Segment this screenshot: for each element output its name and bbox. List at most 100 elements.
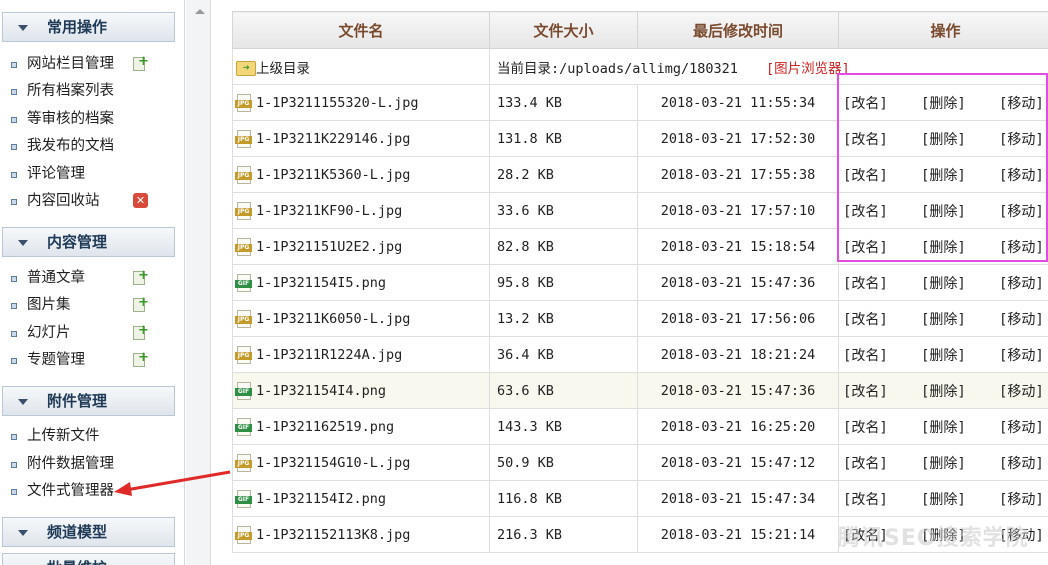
file-name-cell[interactable]: JPG 1-1P3211K6050-L.jpg [232, 300, 490, 337]
add-icon[interactable] [132, 347, 149, 369]
sidebar-item[interactable]: 我发布的文档 [0, 135, 184, 157]
add-icon[interactable] [132, 292, 149, 314]
move-link[interactable]: [移动] [999, 201, 1048, 221]
image-browser-link[interactable]: [图片浏览器] [766, 61, 850, 77]
rename-link[interactable]: [改名] [843, 237, 921, 257]
move-link[interactable]: [移动] [999, 237, 1048, 257]
file-name-link[interactable]: 1-1P3211KF90-L.jpg [256, 203, 402, 219]
rename-link[interactable]: [改名] [843, 273, 921, 293]
file-name-link[interactable]: 1-1P3211K6050-L.jpg [256, 311, 410, 327]
delete-link[interactable]: [删除] [921, 345, 999, 365]
file-name-cell[interactable]: GIF 1-1P321154I4.png [232, 372, 490, 409]
jpg-file-icon: JPG [234, 165, 256, 185]
rename-link[interactable]: [改名] [843, 453, 921, 473]
sidebar-item[interactable]: 网站栏目管理 [0, 51, 184, 75]
bullet-icon [11, 144, 17, 150]
sidebar-item[interactable]: 图片集 [0, 292, 184, 316]
delete-link[interactable]: [删除] [921, 165, 999, 185]
delete-link[interactable]: [删除] [921, 489, 999, 509]
file-name-link[interactable]: 1-1P321152113K8.jpg [256, 527, 410, 543]
collapse-triangle-icon [18, 530, 28, 536]
file-name-cell[interactable]: JPG 1-1P3211K5360-L.jpg [232, 156, 490, 193]
file-name-cell[interactable]: JPG 1-1P321151U2E2.jpg [232, 228, 490, 265]
file-name-cell[interactable]: JPG 1-1P3211KF90-L.jpg [232, 192, 490, 229]
file-name-link[interactable]: 1-1P3211R1224A.jpg [256, 347, 402, 363]
sidebar-section-header[interactable]: 频道模型 [2, 517, 175, 547]
sidebar-section-header[interactable]: 附件管理 [2, 386, 175, 416]
move-link[interactable]: [移动] [999, 345, 1048, 365]
move-link[interactable]: [移动] [999, 309, 1048, 329]
sidebar-item[interactable]: 专题管理 [0, 347, 184, 371]
file-name-cell[interactable]: GIF 1-1P321154I2.png [232, 480, 490, 517]
sidebar-section-header[interactable]: 内容管理 [2, 227, 175, 257]
file-ops-cell: [改名] [删除] [移动] [838, 264, 1048, 301]
file-name-cell[interactable]: GIF 1-1P321162519.png [232, 408, 490, 445]
delete-link[interactable]: [删除] [921, 273, 999, 293]
sidebar-item[interactable]: 所有档案列表 [0, 80, 184, 102]
sidebar-section-header[interactable]: 常用操作 [2, 12, 175, 42]
sidebar-section-header[interactable]: 批量维护 [2, 553, 175, 565]
file-mtime-cell: 2018-03-21 17:57:10 [637, 192, 839, 229]
delete-link[interactable]: [删除] [921, 93, 999, 113]
file-name-cell[interactable]: JPG 1-1P3211R1224A.jpg [232, 336, 490, 373]
rename-link[interactable]: [改名] [843, 381, 921, 401]
jpg-file-icon: JPG [234, 129, 256, 149]
file-mtime-cell: 2018-03-21 15:18:54 [637, 228, 839, 265]
bullet-icon [11, 489, 17, 495]
rename-link[interactable]: [改名] [843, 489, 921, 509]
rename-link[interactable]: [改名] [843, 165, 921, 185]
move-link[interactable]: [移动] [999, 417, 1048, 437]
delete-link[interactable]: [删除] [921, 381, 999, 401]
file-name-link[interactable]: 1-1P3211155320-L.jpg [256, 95, 419, 111]
add-icon[interactable] [132, 265, 149, 287]
rename-link[interactable]: [改名] [843, 417, 921, 437]
file-mtime-cell: 2018-03-21 16:25:20 [637, 408, 839, 445]
rename-link[interactable]: [改名] [843, 129, 921, 149]
file-name-link[interactable]: 1-1P3211K5360-L.jpg [256, 167, 410, 183]
move-link[interactable]: [移动] [999, 273, 1048, 293]
file-name-link[interactable]: 1-1P321151U2E2.jpg [256, 239, 402, 255]
delete-link[interactable]: [删除] [921, 129, 999, 149]
sidebar-item[interactable]: 幻灯片 [0, 320, 184, 344]
file-name-cell[interactable]: JPG 1-1P321154G10-L.jpg [232, 444, 490, 481]
sidebar-item[interactable]: 评论管理 [0, 163, 184, 185]
move-link[interactable]: [移动] [999, 453, 1048, 473]
file-name-link[interactable]: 1-1P321162519.png [256, 419, 394, 435]
sidebar-item-label: 所有档案列表 [27, 83, 114, 99]
rename-link[interactable]: [改名] [843, 345, 921, 365]
move-link[interactable]: [移动] [999, 489, 1048, 509]
move-link[interactable]: [移动] [999, 93, 1048, 113]
delete-link[interactable]: [删除] [921, 237, 999, 257]
scroll-up-arrow-icon[interactable] [195, 9, 205, 14]
sidebar-item[interactable]: 等审核的档案 [0, 108, 184, 130]
rename-link[interactable]: [改名] [843, 201, 921, 221]
add-icon[interactable] [132, 320, 149, 342]
parent-dir-cell[interactable]: 上级目录 [232, 48, 490, 85]
file-name-link[interactable]: 1-1P321154I5.png [256, 275, 386, 291]
file-name-link[interactable]: 1-1P321154I4.png [256, 383, 386, 399]
sidebar-item[interactable]: 普通文章 [0, 265, 184, 289]
file-name-link[interactable]: 1-1P321154I2.png [256, 491, 386, 507]
move-link[interactable]: [移动] [999, 129, 1048, 149]
file-name-cell[interactable]: JPG 1-1P321152113K8.jpg [232, 516, 490, 553]
add-icon[interactable] [132, 51, 149, 73]
delete-icon[interactable]: ✕ [133, 193, 148, 208]
delete-link[interactable]: [删除] [921, 453, 999, 473]
move-link[interactable]: [移动] [999, 381, 1048, 401]
parent-dir-link[interactable]: 上级目录 [256, 61, 310, 77]
file-name-cell[interactable]: JPG 1-1P3211K229146.jpg [232, 120, 490, 157]
file-name-link[interactable]: 1-1P3211K229146.jpg [256, 131, 410, 147]
file-size-cell: 116.8 KB [489, 480, 638, 517]
delete-link[interactable]: [删除] [921, 201, 999, 221]
delete-link[interactable]: [删除] [921, 417, 999, 437]
sidebar-item[interactable]: 内容回收站 ✕ [0, 190, 184, 212]
rename-link[interactable]: [改名] [843, 309, 921, 329]
rename-link[interactable]: [改名] [843, 93, 921, 113]
file-name-cell[interactable]: GIF 1-1P321154I5.png [232, 264, 490, 301]
file-name-cell[interactable]: JPG 1-1P3211155320-L.jpg [232, 84, 490, 121]
file-row: GIF 1-1P321154I2.png 116.8 KB 2018-03-21 15… [232, 480, 1048, 517]
sidebar-item[interactable]: 上传新文件 [0, 425, 184, 447]
file-name-link[interactable]: 1-1P321154G10-L.jpg [256, 455, 410, 471]
move-link[interactable]: [移动] [999, 165, 1048, 185]
delete-link[interactable]: [删除] [921, 309, 999, 329]
